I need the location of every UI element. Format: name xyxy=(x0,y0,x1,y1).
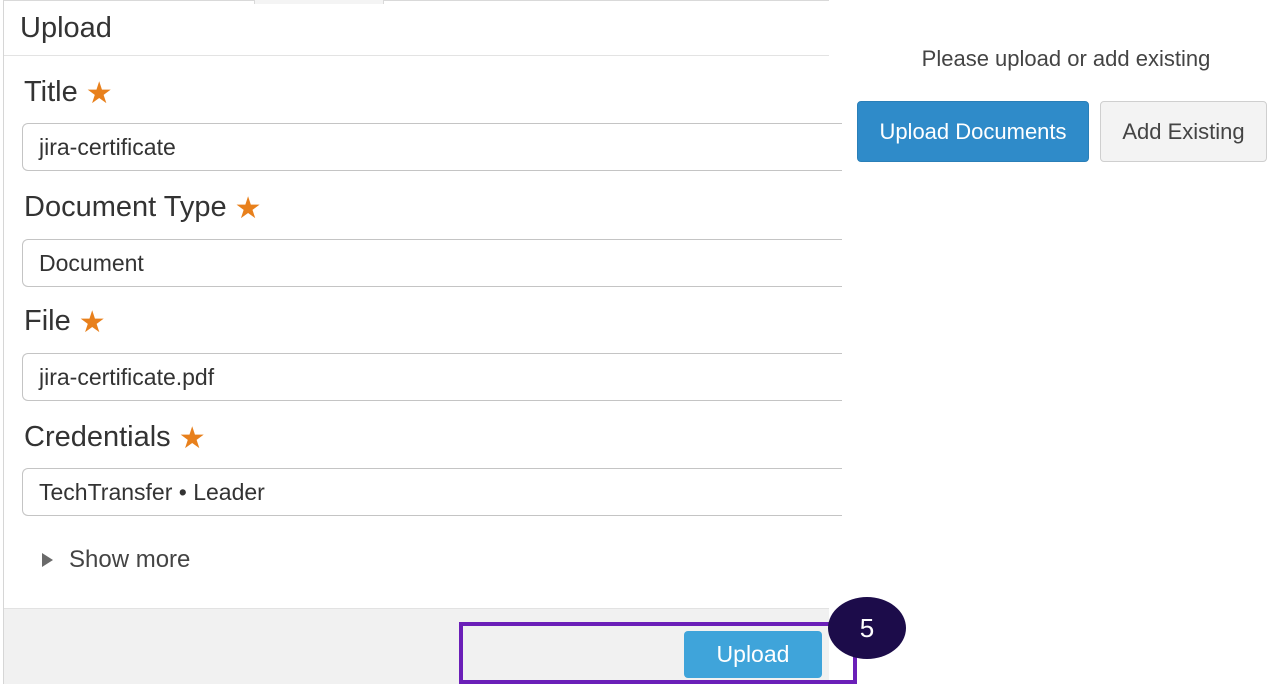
upload-dialog: Upload Title ★ jira-certificate Document… xyxy=(3,0,842,684)
document-type-label-text: Document Type xyxy=(24,191,227,223)
credentials-label: Credentials ★ xyxy=(24,421,206,454)
show-more-label: Show more xyxy=(69,546,191,573)
title-label: Title ★ xyxy=(24,76,113,109)
dialog-title: Upload xyxy=(20,12,112,44)
required-star-icon: ★ xyxy=(78,305,106,339)
step-highlight-box xyxy=(459,622,857,684)
required-star-icon: ★ xyxy=(234,191,262,225)
caret-right-icon xyxy=(42,553,53,567)
document-type-label: Document Type ★ xyxy=(24,191,261,224)
credentials-input[interactable]: TechTransfer • Leader xyxy=(22,468,842,516)
required-star-icon: ★ xyxy=(85,76,113,110)
upload-documents-button[interactable]: Upload Documents xyxy=(857,101,1089,162)
add-existing-button[interactable]: Add Existing xyxy=(1100,101,1267,162)
file-input-value: jira-certificate.pdf xyxy=(39,363,215,390)
step-number-badge: 5 xyxy=(828,597,906,659)
document-type-select[interactable]: Document xyxy=(22,239,842,287)
title-label-text: Title xyxy=(24,76,78,108)
title-input-value: jira-certificate xyxy=(39,133,176,160)
dialog-header: Upload xyxy=(4,4,829,56)
file-label-text: File xyxy=(24,305,71,337)
show-more-toggle[interactable]: Show more xyxy=(42,546,190,574)
document-type-value: Document xyxy=(39,249,144,276)
screen: Upload Title ★ jira-certificate Document… xyxy=(0,0,1267,684)
credentials-label-text: Credentials xyxy=(24,421,171,453)
upload-hint-text: Please upload or add existing xyxy=(921,46,1211,71)
title-input[interactable]: jira-certificate xyxy=(22,123,842,171)
file-label: File ★ xyxy=(24,305,106,338)
credentials-input-value: TechTransfer • Leader xyxy=(39,478,265,505)
file-input[interactable]: jira-certificate.pdf xyxy=(22,353,842,401)
required-star-icon: ★ xyxy=(178,421,206,455)
